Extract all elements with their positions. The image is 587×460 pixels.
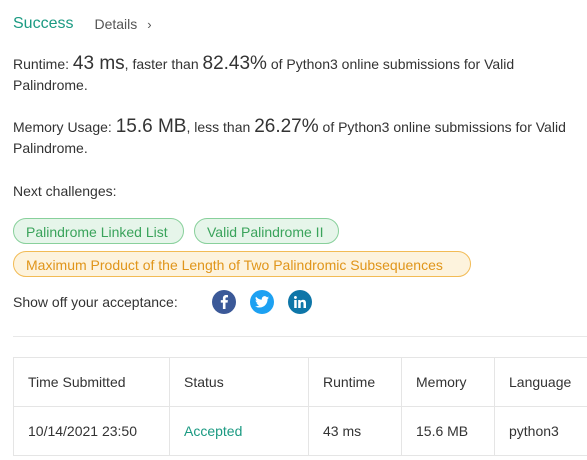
status-title: Success bbox=[13, 15, 74, 32]
column-header-time-submitted: Time Submitted bbox=[13, 357, 170, 407]
memory-value: 15.6 MB bbox=[115, 116, 187, 137]
facebook-icon[interactable] bbox=[212, 290, 236, 314]
column-header-runtime: Runtime bbox=[308, 357, 402, 407]
linkedin-glyph bbox=[294, 296, 306, 308]
challenge-chip-valid-palindrome-ii[interactable]: Valid Palindrome II bbox=[194, 218, 339, 244]
section-divider bbox=[13, 336, 587, 337]
memory-comparison: , less than bbox=[186, 119, 251, 135]
memory-label: Memory Usage: bbox=[13, 119, 112, 135]
facebook-glyph bbox=[220, 295, 228, 309]
twitter-icon[interactable] bbox=[250, 290, 274, 314]
memory-stat: Memory Usage: 15.6 MB, less than 26.27% … bbox=[13, 116, 573, 159]
runtime-stat: Runtime: 43 ms, faster than 82.43% of Py… bbox=[13, 53, 573, 96]
twitter-glyph bbox=[255, 296, 269, 308]
runtime-percent: 82.43% bbox=[202, 53, 267, 74]
runtime-value: 43 ms bbox=[72, 53, 125, 74]
chevron-right-icon: › bbox=[147, 16, 152, 32]
memory-percent: 26.27% bbox=[254, 116, 319, 137]
share-row: Show off your acceptance: bbox=[13, 290, 178, 314]
result-header: Success Details › bbox=[13, 12, 152, 36]
challenge-chip-maximum-product[interactable]: Maximum Product of the Length of Two Pal… bbox=[13, 251, 471, 277]
column-header-memory: Memory bbox=[401, 357, 495, 407]
column-header-language: Language bbox=[494, 357, 587, 407]
column-header-status: Status bbox=[169, 357, 309, 407]
challenge-chip-palindrome-linked-list[interactable]: Palindrome Linked List bbox=[13, 218, 184, 244]
cell-runtime: 43 ms bbox=[308, 406, 402, 456]
runtime-label: Runtime: bbox=[13, 56, 70, 72]
linkedin-icon[interactable] bbox=[288, 290, 312, 314]
cell-time-submitted: 10/14/2021 23:50 bbox=[13, 406, 170, 456]
cell-language: python3 bbox=[494, 406, 587, 456]
next-challenges-label: Next challenges: bbox=[13, 183, 117, 199]
table-row: 10/14/2021 23:50 Accepted 43 ms 15.6 MB … bbox=[13, 406, 587, 456]
submission-result-page: Success Details › Runtime: 43 ms, faster… bbox=[0, 0, 587, 460]
cell-memory: 15.6 MB bbox=[401, 406, 495, 456]
details-label: Details bbox=[94, 16, 138, 32]
runtime-comparison: , faster than bbox=[124, 56, 199, 72]
submissions-table: Time Submitted Status Runtime Memory Lan… bbox=[13, 357, 587, 456]
table-header-row: Time Submitted Status Runtime Memory Lan… bbox=[13, 357, 587, 407]
share-label: Show off your acceptance: bbox=[13, 294, 178, 310]
details-link[interactable]: Details › bbox=[94, 16, 151, 32]
cell-status-link[interactable]: Accepted bbox=[169, 406, 309, 456]
